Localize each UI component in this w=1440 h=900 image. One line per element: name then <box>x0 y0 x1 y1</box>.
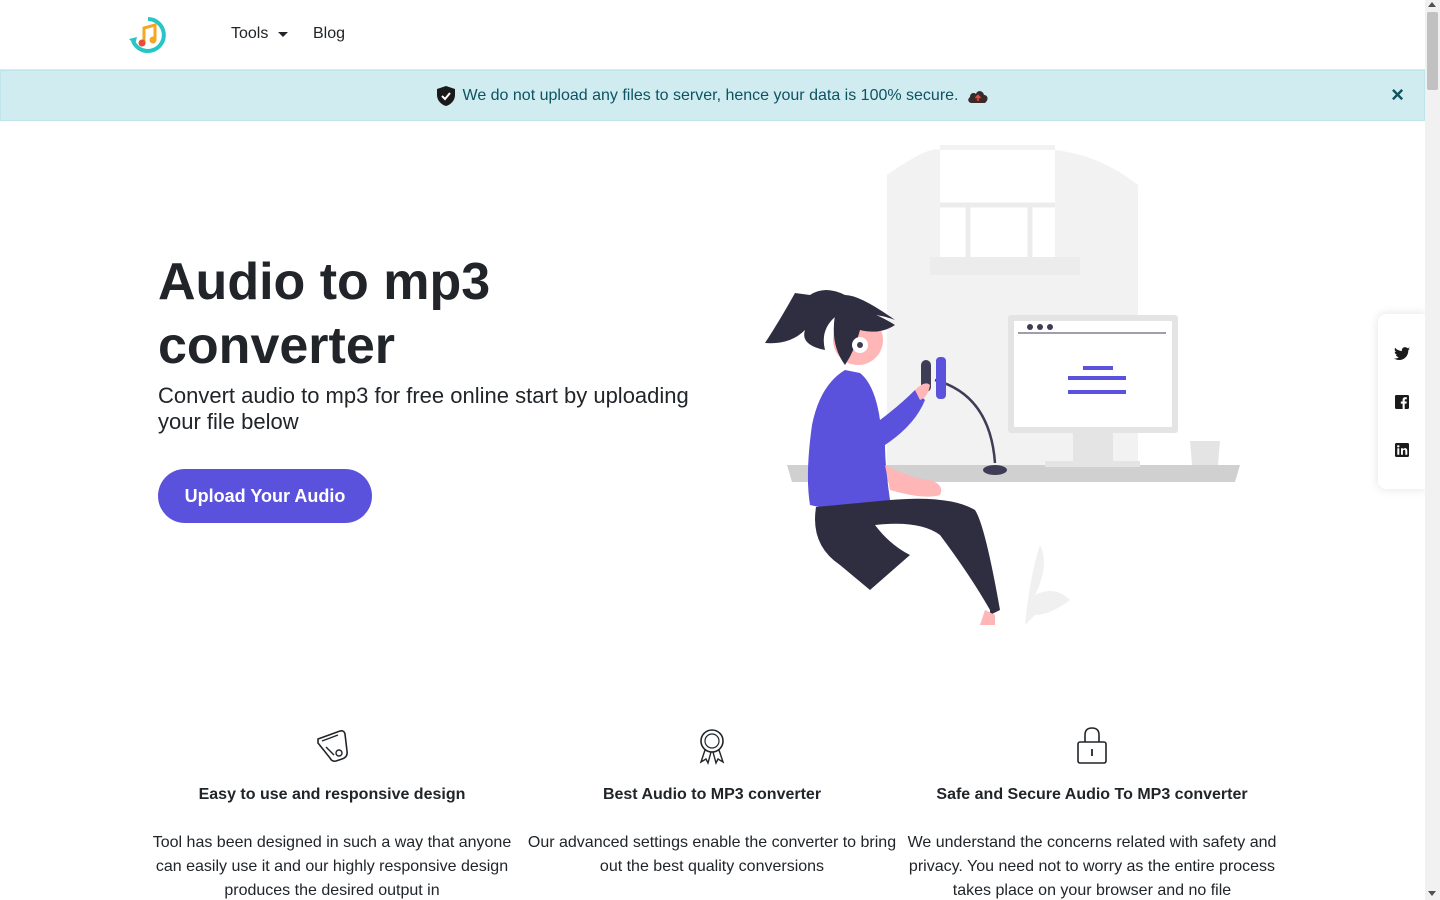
facebook-share-button[interactable] <box>1392 392 1412 412</box>
shield-check-icon <box>436 85 455 106</box>
page-title: Audio to mp3 converter <box>158 253 491 375</box>
scroll-up-arrow-icon[interactable] <box>1428 2 1436 7</box>
security-alert: We do not upload any files to server, he… <box>0 70 1425 121</box>
scroll-down-arrow-icon[interactable] <box>1428 891 1436 896</box>
award-ribbon-icon <box>699 729 725 765</box>
nav-tools-label: Tools <box>231 25 269 42</box>
lock-icon <box>1077 727 1107 764</box>
cloud-upload-icon <box>967 90 988 103</box>
hero-subtitle: Convert audio to mp3 for free online sta… <box>158 383 689 434</box>
alert-message: We do not upload any files to server, he… <box>462 86 959 104</box>
feature-title: Easy to use and responsive design <box>198 786 466 803</box>
feature-text: Our advanced settings enable the convert… <box>527 834 897 875</box>
twitter-share-button[interactable] <box>1392 344 1412 364</box>
plant <box>1025 545 1070 625</box>
feature-text: Tool has been designed in such a way tha… <box>152 834 512 899</box>
social-share-bar <box>1378 314 1426 489</box>
person-legs <box>815 498 1000 615</box>
upload-audio-button[interactable]: Upload Your Audio <box>158 469 372 523</box>
feature-safe-secure: Safe and Secure Audio To MP3 converter W… <box>902 725 1282 900</box>
feature-easy-to-use: Easy to use and responsive design Tool h… <box>142 725 522 900</box>
feature-best-converter: Best Audio to MP3 converter Our advanced… <box>522 725 902 879</box>
nav-tools-dropdown[interactable]: Tools <box>231 25 289 43</box>
navbar: Tools Blog <box>0 0 1425 70</box>
facebook-icon <box>1395 395 1409 409</box>
nav-blog-link[interactable]: Blog <box>313 25 345 43</box>
caret-down-icon <box>278 31 289 37</box>
twitter-icon <box>1394 347 1410 360</box>
feature-title: Safe and Secure Audio To MP3 converter <box>936 786 1248 803</box>
scroll-thumb[interactable] <box>1427 12 1438 90</box>
cup <box>1190 441 1220 465</box>
linkedin-icon <box>1395 443 1409 457</box>
page-scrollbar[interactable] <box>1425 0 1440 900</box>
linkedin-share-button[interactable] <box>1392 440 1412 460</box>
swiss-knife-icon <box>317 730 348 762</box>
logo-icon[interactable] <box>128 15 168 55</box>
alert-close-button[interactable]: × <box>1391 84 1404 106</box>
feature-title: Best Audio to MP3 converter <box>602 786 822 803</box>
feature-text: We understand the concerns related with … <box>907 834 1277 899</box>
podcast-illustration <box>765 145 1240 625</box>
